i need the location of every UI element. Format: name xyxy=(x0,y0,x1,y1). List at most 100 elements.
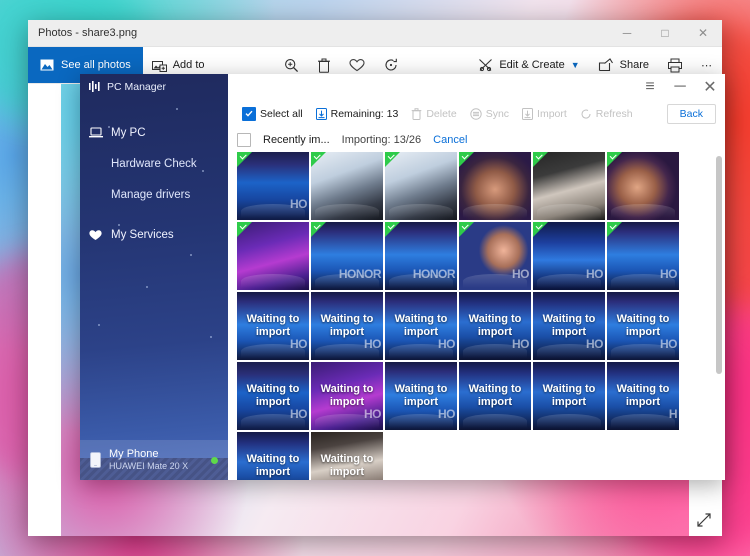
select-all-button[interactable]: Select all xyxy=(237,104,308,124)
back-button[interactable]: Back xyxy=(666,103,716,124)
photos-titlebar[interactable]: Photos - share3.png ─ □ ✕ xyxy=(28,20,722,47)
minimize-icon: ─ xyxy=(622,26,632,40)
sidebar-item-manage-drivers[interactable]: Manage drivers xyxy=(80,179,228,210)
sidebar-item-my-pc[interactable]: My PC xyxy=(80,117,228,148)
photo-tile[interactable] xyxy=(533,152,605,220)
photo-thumbnail-highlight xyxy=(315,204,379,218)
photos-maximize-button[interactable]: □ xyxy=(646,20,684,46)
imported-check-badge xyxy=(385,152,400,167)
close-icon: ✕ xyxy=(697,26,709,40)
pc-manager-logo-icon xyxy=(89,81,101,92)
cancel-import-link[interactable]: Cancel xyxy=(433,134,467,146)
sync-button: Sync xyxy=(465,105,514,123)
imported-check-badge xyxy=(607,222,622,237)
photo-tile[interactable]: Waiting to import xyxy=(459,362,531,430)
import-progress-label: Importing: 13/26 xyxy=(341,134,422,146)
photo-tile[interactable]: HO Waiting to import xyxy=(385,292,457,360)
refresh-icon xyxy=(580,108,592,120)
close-icon: ✕ xyxy=(703,78,717,96)
photo-tile[interactable]: HO Waiting to import xyxy=(533,292,605,360)
my-phone-name: My Phone xyxy=(109,447,159,460)
photo-grid-wrapper: HO HONOR HONOR HO HO HO HO Waiting to import HO W… xyxy=(228,152,725,480)
photo-thumbnail-highlight xyxy=(537,204,601,218)
photo-tile[interactable]: HO Waiting to import xyxy=(385,362,457,430)
expand-diagonal-icon[interactable] xyxy=(696,512,712,528)
sidebar-item-manage-drivers-label: Manage drivers xyxy=(111,188,191,201)
pc-manager-menu-button[interactable]: ≡ xyxy=(635,74,665,99)
pc-manager-minimize-button[interactable]: ─ xyxy=(665,74,695,99)
photos-close-button[interactable]: ✕ xyxy=(684,20,722,46)
share-label: Share xyxy=(619,59,650,71)
waiting-to-import-label: Waiting to import xyxy=(246,383,300,408)
photo-tile[interactable]: HO xyxy=(533,222,605,290)
photo-tile[interactable]: HO xyxy=(237,152,309,220)
group-select-checkbox[interactable] xyxy=(237,133,251,147)
share-icon xyxy=(598,58,614,72)
device-status-dot xyxy=(211,456,218,464)
waiting-to-import-label: Waiting to import xyxy=(542,383,596,408)
photo-tile[interactable]: HO xyxy=(607,222,679,290)
photo-tile[interactable]: HO Waiting to import xyxy=(237,292,309,360)
honor-watermark: HONOR xyxy=(412,267,456,281)
rotate-icon xyxy=(383,57,399,73)
imported-check-badge xyxy=(459,222,474,237)
photo-tile[interactable]: HO Waiting to import xyxy=(459,292,531,360)
photo-tile[interactable] xyxy=(459,152,531,220)
import-icon xyxy=(522,107,534,120)
sync-label: Sync xyxy=(485,107,510,120)
edit-create-label: Edit & Create xyxy=(499,59,565,71)
delete-button: Delete xyxy=(406,105,461,123)
my-phone-text: My Phone HUAWEI Mate 20 X xyxy=(109,448,188,473)
photo-tile[interactable]: HONOR xyxy=(311,222,383,290)
sidebar-item-hardware-check[interactable]: Hardware Check xyxy=(80,148,228,179)
delete-label: Delete xyxy=(426,107,457,120)
sidebar-item-my-services[interactable]: My Services xyxy=(80,219,228,250)
photo-tile[interactable]: HO Waiting to import xyxy=(237,362,309,430)
photo-thumbnail-highlight xyxy=(463,204,527,218)
refresh-button: Refresh xyxy=(575,105,638,123)
import-label: Import xyxy=(537,107,567,120)
photo-tile[interactable] xyxy=(607,152,679,220)
photos-minimize-button[interactable]: ─ xyxy=(608,20,646,46)
sync-icon xyxy=(469,107,482,120)
back-button-label: Back xyxy=(679,107,703,120)
magnifier-plus-icon xyxy=(284,58,299,73)
remaining-label: Remaining: 13 xyxy=(330,107,399,120)
pc-manager-titlebar[interactable]: ≡ ─ ✕ xyxy=(228,74,725,99)
phone-icon xyxy=(90,452,101,468)
photo-collection-icon xyxy=(40,59,54,71)
heart-icon xyxy=(89,229,111,241)
waiting-to-import-label: Waiting to import xyxy=(394,383,448,408)
photo-tile[interactable] xyxy=(385,152,457,220)
waiting-to-import-label: Waiting to import xyxy=(320,313,374,338)
select-all-checkbox[interactable] xyxy=(242,106,256,121)
waiting-to-import-label: Waiting to import xyxy=(246,313,300,338)
photo-tile[interactable]: HONOR xyxy=(385,222,457,290)
photo-tile[interactable]: HO Waiting to import xyxy=(607,292,679,360)
see-all-photos-label: See all photos xyxy=(61,59,131,71)
photo-tile[interactable]: HO xyxy=(459,222,531,290)
sidebar-item-my-phone[interactable]: My Phone HUAWEI Mate 20 X xyxy=(80,440,228,480)
photo-tile[interactable]: Waiting to import xyxy=(533,362,605,430)
imported-check-badge xyxy=(237,222,252,237)
photo-tile[interactable]: HO Waiting to import xyxy=(311,362,383,430)
scrollbar-thumb[interactable] xyxy=(716,156,722,374)
add-to-label: Add to xyxy=(172,59,205,71)
imported-check-badge xyxy=(311,222,326,237)
pc-manager-close-button[interactable]: ✕ xyxy=(695,74,725,99)
photo-tile[interactable]: H Waiting to import xyxy=(607,362,679,430)
photo-tile[interactable] xyxy=(311,152,383,220)
waiting-to-import-label: Waiting to import xyxy=(542,313,596,338)
remaining-indicator: Remaining: 13 xyxy=(311,105,404,123)
photo-grid: HO HONOR HONOR HO HO HO HO Waiting to import HO W… xyxy=(228,152,725,480)
photo-tile[interactable]: Waiting to import xyxy=(311,432,383,480)
pc-manager-main: ≡ ─ ✕ Select all Remaining: 13 Delete Sy… xyxy=(228,74,725,480)
imported-check-badge xyxy=(533,152,548,167)
trash-icon xyxy=(317,58,331,73)
photo-tile[interactable]: HO Waiting to import xyxy=(311,292,383,360)
photo-tile[interactable] xyxy=(237,222,309,290)
photo-thumbnail-highlight xyxy=(389,204,453,218)
photo-tile[interactable]: Waiting to import xyxy=(237,432,309,480)
photo-grid-scrollbar[interactable] xyxy=(716,156,722,444)
heart-icon xyxy=(349,58,365,72)
